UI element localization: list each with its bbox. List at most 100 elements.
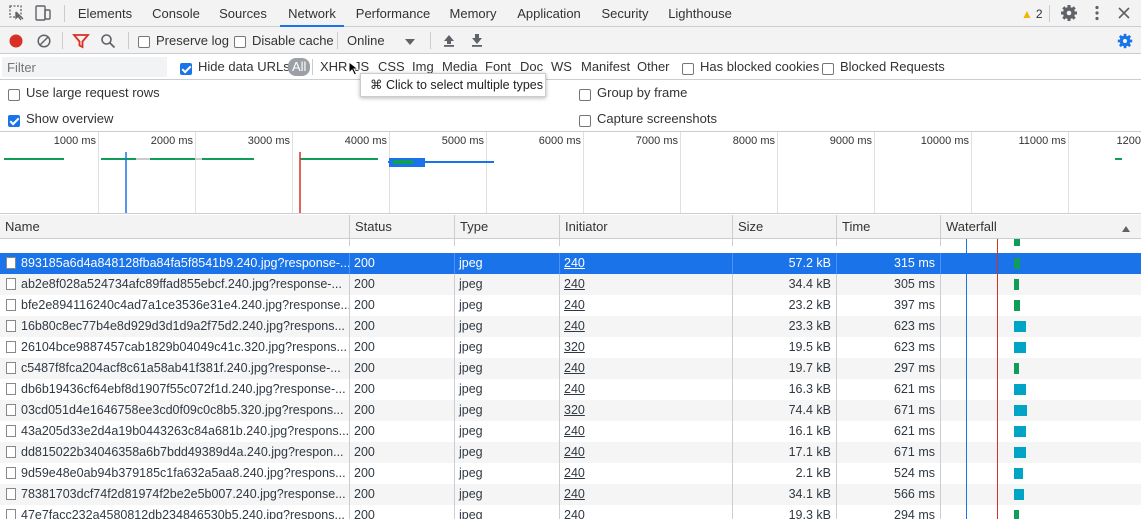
cell-size: 17.1 kB — [733, 442, 837, 463]
table-row[interactable]: c5487f8fca204acf8c61a58ab41f381f.240.jpg… — [0, 358, 1141, 379]
preserve-log-checkbox[interactable] — [138, 33, 150, 48]
disable-cache-checkbox[interactable] — [234, 33, 246, 48]
checkbox-box[interactable] — [8, 114, 20, 127]
has-blocked-cookies-checkbox[interactable] — [682, 60, 694, 75]
checkbox-box[interactable] — [8, 88, 20, 101]
cell-initiator[interactable]: 320 — [560, 337, 733, 358]
type-filter-xhr[interactable]: XHR — [318, 58, 349, 76]
filter-input[interactable] — [2, 57, 167, 77]
cell-initiator[interactable]: 240 — [560, 316, 733, 337]
table-row[interactable]: 78381703dcf74f2d81974f2be2e5b007.240.jpg… — [0, 484, 1141, 505]
tab-lighthouse[interactable]: Lighthouse — [666, 0, 734, 27]
chevron-down-icon[interactable] — [404, 35, 416, 50]
column-header-initiator[interactable]: Initiator — [560, 215, 733, 239]
cell-type: jpeg — [455, 421, 560, 442]
inspect-element-icon[interactable] — [7, 4, 27, 22]
cell-status-text: 200 — [354, 298, 375, 312]
cell-time-text: 621 ms — [894, 382, 935, 396]
cell-size: 16.1 kB — [733, 421, 837, 442]
table-row-partial[interactable] — [0, 239, 1141, 246]
cell-initiator[interactable]: 240 — [560, 379, 733, 400]
cell-initiator[interactable]: 240 — [560, 463, 733, 484]
blocked-requests-checkbox[interactable] — [822, 60, 834, 75]
tab-memory[interactable]: Memory — [446, 0, 500, 27]
tab-performance[interactable]: Performance — [354, 0, 432, 27]
checkbox-box[interactable] — [180, 62, 192, 75]
column-header-type[interactable]: Type — [455, 215, 560, 239]
tab-application[interactable]: Application — [514, 0, 584, 27]
table-row[interactable]: 26104bce9887457cab1829b04049c41c.320.jpg… — [0, 337, 1141, 358]
cell-initiator[interactable]: 240 — [560, 295, 733, 316]
table-row[interactable]: 16b80c8ec77b4e8d929d3d1d9a2f75d2.240.jpg… — [0, 316, 1141, 337]
cell-name: 47e7facc232a4580812db234846530b5.240.jpg… — [0, 505, 350, 519]
large-rows-checkbox[interactable] — [8, 86, 20, 101]
column-header-status[interactable]: Status — [350, 215, 455, 239]
capture-screenshots-checkbox[interactable] — [579, 112, 591, 127]
export-har-icon[interactable] — [469, 32, 485, 51]
type-filter-manifest[interactable]: Manifest — [579, 58, 632, 76]
show-overview-checkbox[interactable] — [8, 112, 20, 127]
cell-initiator-text: 240 — [564, 298, 585, 312]
tab-network[interactable]: Network — [280, 0, 344, 27]
table-row[interactable]: dd815022b34046358a6b7bdd49389d4a.240.jpg… — [0, 442, 1141, 463]
cell-initiator[interactable]: 240 — [560, 274, 733, 295]
tab-elements[interactable]: Elements — [74, 0, 136, 27]
table-row[interactable]: 9d59e48e0ab94b379185c1fa632a5aa8.240.jpg… — [0, 463, 1141, 484]
column-header-time[interactable]: Time — [837, 215, 941, 239]
cell-name-text: 78381703dcf74f2d81974f2be2e5b007.240.jpg… — [21, 487, 346, 501]
table-row[interactable]: 03cd051d4e1646758ee3cd0f09c0c8b5.320.jpg… — [0, 400, 1141, 421]
cell-status-text: 200 — [354, 403, 375, 417]
search-icon[interactable] — [100, 33, 116, 52]
column-header-size[interactable]: Size — [733, 215, 837, 239]
cell-initiator[interactable]: 240 — [560, 358, 733, 379]
clear-icon[interactable] — [36, 33, 52, 52]
cell-status — [350, 239, 455, 246]
cell-type: jpeg — [455, 295, 560, 316]
table-row[interactable]: 47e7facc232a4580812db234846530b5.240.jpg… — [0, 505, 1141, 519]
table-row[interactable]: db6b19436cf64ebf8d1907f55c072f1d.240.jpg… — [0, 379, 1141, 400]
import-har-icon[interactable] — [441, 32, 457, 51]
cell-type-text: jpeg — [459, 277, 483, 291]
type-filter-other[interactable]: Other — [635, 58, 672, 76]
cell-initiator[interactable]: 240 — [560, 253, 733, 274]
cell-initiator[interactable]: 320 — [560, 400, 733, 421]
table-row[interactable]: ab2e8f028a524734afc89ffad855ebcf.240.jpg… — [0, 274, 1141, 295]
throttling-select[interactable]: Online — [347, 33, 385, 48]
table-row[interactable]: bfe2e894116240c4ad7a1ce3536e31e4.240.jpg… — [0, 295, 1141, 316]
column-header-waterfall[interactable]: Waterfall — [941, 215, 1141, 239]
gear-icon[interactable] — [1059, 4, 1079, 22]
cell-initiator[interactable]: 240 — [560, 484, 733, 505]
warnings-badge[interactable]: ▲ 2 — [1021, 5, 1043, 23]
cell-initiator[interactable]: 240 — [560, 505, 733, 519]
checkbox-box[interactable] — [682, 62, 694, 75]
checkbox-box[interactable] — [579, 114, 591, 127]
cell-size-text: 2.1 kB — [795, 466, 831, 480]
kebab-menu-icon[interactable] — [1087, 4, 1107, 22]
hide-data-urls-label: Hide data URLs — [198, 59, 290, 74]
checkbox-box[interactable] — [822, 62, 834, 75]
type-filter-ws[interactable]: WS — [549, 58, 574, 76]
tab-console[interactable]: Console — [146, 0, 206, 27]
network-settings-gear-icon[interactable] — [1116, 32, 1134, 53]
filter-icon[interactable] — [72, 33, 90, 52]
capture-screenshots-label: Capture screenshots — [597, 111, 717, 126]
table-row[interactable]: 893185a6d4a848128fba84fa5f8541b9.240.jpg… — [0, 253, 1141, 274]
column-header-name[interactable]: Name — [0, 215, 350, 239]
device-toolbar-icon[interactable] — [33, 4, 53, 22]
sort-ascending-icon[interactable] — [1121, 222, 1131, 237]
group-by-frame-checkbox[interactable] — [579, 86, 591, 101]
close-icon[interactable] — [1114, 4, 1134, 22]
checkbox-box[interactable] — [579, 88, 591, 101]
tab-security[interactable]: Security — [598, 0, 652, 27]
waterfall-bar — [1014, 447, 1026, 458]
hide-data-urls-checkbox[interactable] — [180, 60, 192, 75]
network-overview[interactable]: 1000 ms 2000 ms 3000 ms 4000 ms 5000 ms … — [0, 132, 1141, 214]
cell-initiator[interactable]: 240 — [560, 421, 733, 442]
tab-sources[interactable]: Sources — [214, 0, 272, 27]
cell-initiator[interactable]: 240 — [560, 442, 733, 463]
checkbox-box[interactable] — [138, 35, 150, 48]
checkbox-box[interactable] — [234, 35, 246, 48]
record-icon[interactable] — [8, 33, 24, 52]
type-filter-all[interactable]: All — [288, 58, 311, 76]
table-row[interactable]: 43a205d33e2d4a19b0443263c84a681b.240.jpg… — [0, 421, 1141, 442]
